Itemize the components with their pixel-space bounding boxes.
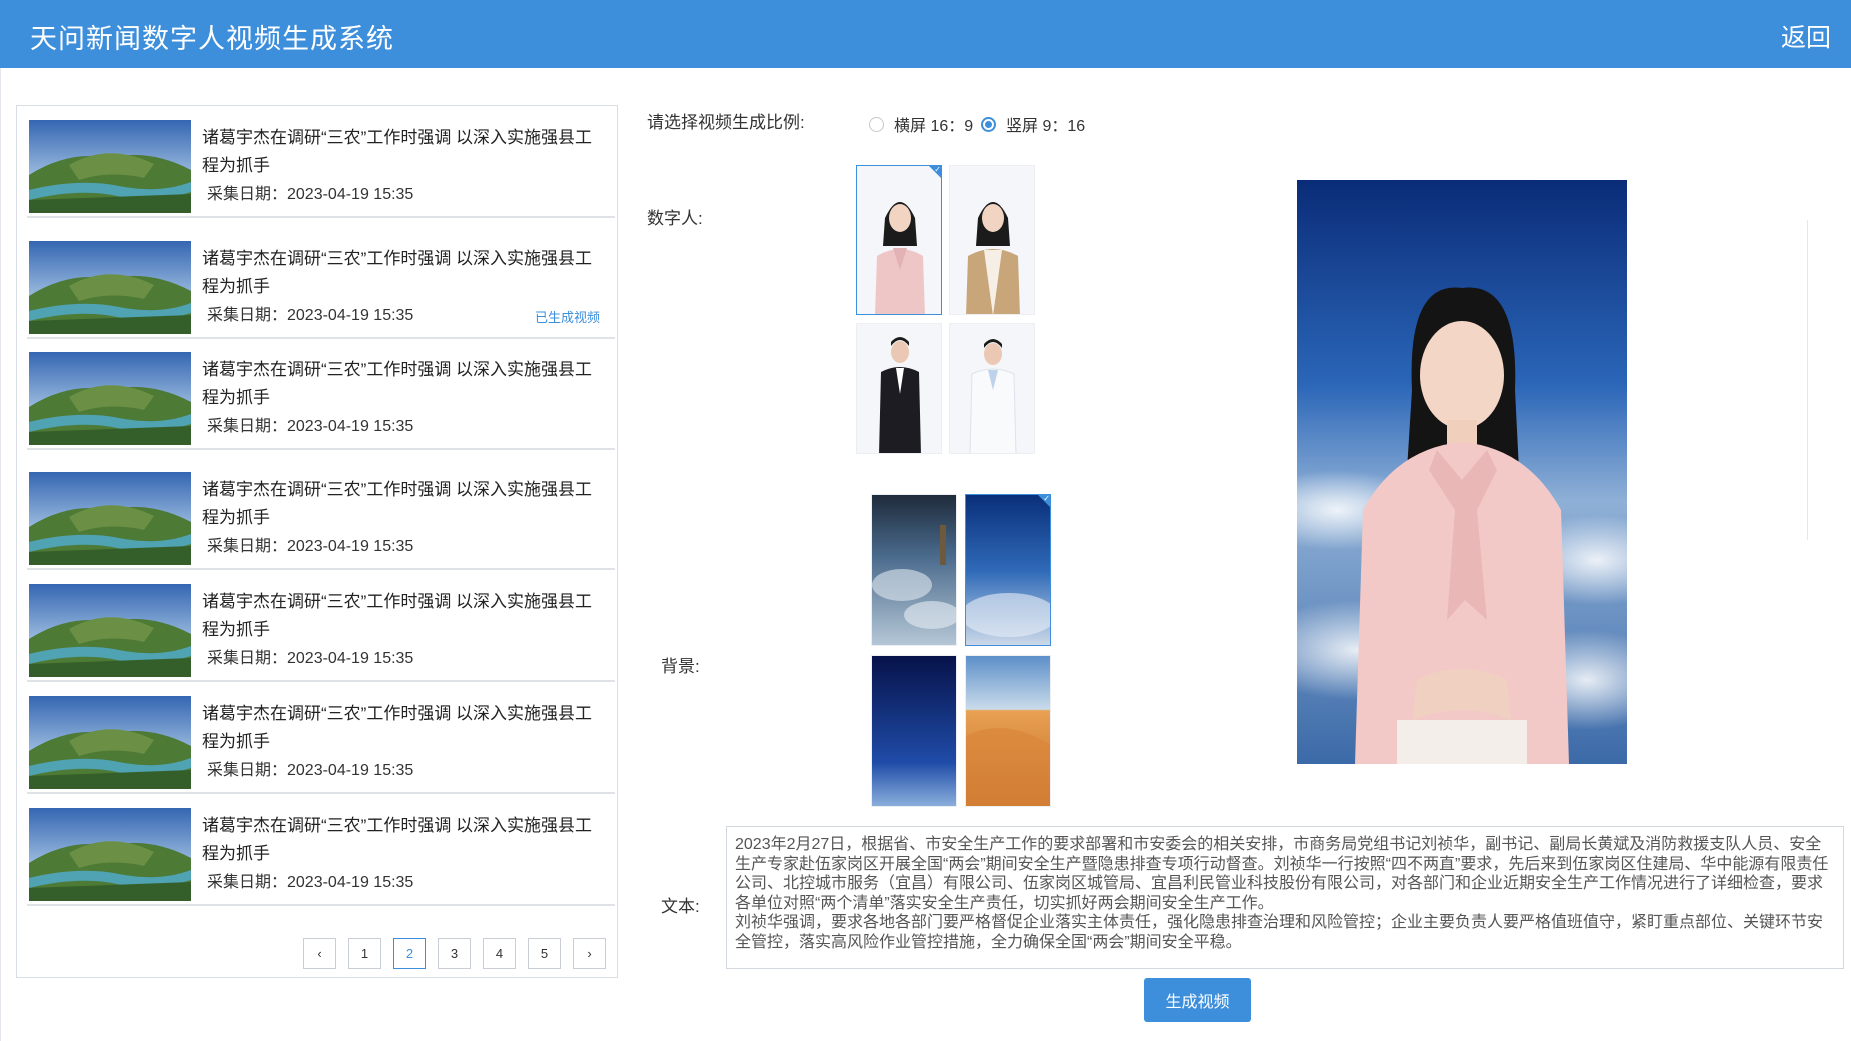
news-thumbnail — [29, 808, 191, 901]
news-date: 采集日期：2023-04-19 15:35 — [207, 874, 414, 891]
pagination-prev-icon[interactable]: ‹ — [303, 938, 336, 969]
generate-video-button[interactable]: 生成视频 — [1144, 978, 1251, 1022]
background-card-deep-blue[interactable] — [871, 655, 957, 807]
background-desert-image — [966, 656, 1050, 806]
news-title[interactable]: 诸葛宇杰在调研“三农”工作时强调 以深入实施强县工程为抓手 — [202, 245, 602, 301]
news-list-panel: 诸葛宇杰在调研“三农”工作时强调 以深入实施强县工程为抓手采集日期：2023-0… — [16, 105, 618, 978]
news-thumbnail — [29, 472, 191, 565]
back-button[interactable]: 返回 — [1781, 18, 1831, 54]
news-list-item[interactable]: 诸葛宇杰在调研“三农”工作时强调 以深入实施强县工程为抓手采集日期：2023-0… — [27, 570, 615, 682]
news-status-badge: 已生成视频 — [535, 310, 601, 325]
avatar-card-suit[interactable] — [856, 323, 942, 454]
news-title[interactable]: 诸葛宇杰在调研“三农”工作时强调 以深入实施强县工程为抓手 — [202, 812, 602, 868]
ratio-label: 请选择视频生成比例: — [647, 113, 805, 132]
pagination-page-1[interactable]: 1 — [348, 938, 381, 969]
app-title: 天问新闻数字人视频生成系统 — [30, 24, 394, 54]
news-list-item[interactable]: 诸葛宇杰在调研“三农”工作时强调 以深入实施强县工程为抓手采集日期：2023-0… — [27, 227, 615, 339]
preview-divider — [1807, 220, 1808, 540]
pagination: ‹ 1 2 3 4 5 › — [303, 938, 606, 970]
selected-check-icon — [1038, 495, 1050, 507]
news-title[interactable]: 诸葛宇杰在调研“三农”工作时强调 以深入实施强县工程为抓手 — [202, 356, 602, 412]
background-deep-blue-image — [872, 656, 956, 806]
news-thumbnail — [29, 241, 191, 334]
avatar-beige-image — [950, 166, 1034, 314]
news-title[interactable]: 诸葛宇杰在调研“三农”工作时强调 以深入实施强县工程为抓手 — [202, 476, 602, 532]
news-list-item[interactable]: 诸葛宇杰在调研“三农”工作时强调 以深入实施强县工程为抓手采集日期：2023-0… — [27, 106, 615, 218]
news-thumbnail — [29, 696, 191, 789]
pagination-next-icon[interactable]: › — [573, 938, 606, 969]
selected-check-icon — [929, 166, 941, 178]
text-label: 文本: — [661, 897, 700, 916]
preview-image — [1297, 180, 1627, 764]
news-title[interactable]: 诸葛宇杰在调研“三农”工作时强调 以深入实施强县工程为抓手 — [202, 124, 602, 180]
avatar-label: 数字人: — [647, 209, 703, 228]
news-date: 采集日期：2023-04-19 15:35 — [207, 307, 414, 324]
avatar-card-pink[interactable] — [856, 165, 942, 315]
ratio-option-landscape[interactable]: 横屏 16：9 — [869, 112, 973, 136]
pagination-page-3[interactable]: 3 — [438, 938, 471, 969]
news-thumbnail — [29, 584, 191, 677]
news-thumbnail — [29, 120, 191, 213]
background-card-desert[interactable] — [965, 655, 1051, 807]
news-thumbnail — [29, 352, 191, 445]
pagination-page-4[interactable]: 4 — [483, 938, 516, 969]
avatar-suit-image — [857, 324, 941, 453]
background-earth-station-image — [872, 495, 956, 645]
script-textarea[interactable]: 2023年2月27日，根据省、市安全生产工作的要求部署和市安委会的相关安排，市商… — [726, 826, 1844, 969]
background-card-blue-space[interactable] — [965, 494, 1051, 646]
news-date: 采集日期：2023-04-19 15:35 — [207, 186, 414, 203]
news-list-item[interactable]: 诸葛宇杰在调研“三农”工作时强调 以深入实施强县工程为抓手采集日期：2023-0… — [27, 338, 615, 450]
news-date: 采集日期：2023-04-19 15:35 — [207, 650, 414, 667]
ratio-radio-portrait[interactable] — [981, 116, 996, 132]
video-preview — [1297, 180, 1627, 764]
avatar-card-doctor[interactable] — [949, 323, 1035, 454]
ratio-option-portrait[interactable]: 竖屏 9：16 — [981, 112, 1085, 136]
news-title[interactable]: 诸葛宇杰在调研“三农”工作时强调 以深入实施强县工程为抓手 — [202, 588, 602, 644]
avatar-doctor-image — [950, 324, 1034, 453]
top-bar: 天问新闻数字人视频生成系统 返回 — [0, 0, 1851, 68]
background-blue-space-image — [966, 495, 1050, 645]
news-list-item[interactable]: 诸葛宇杰在调研“三农”工作时强调 以深入实施强县工程为抓手采集日期：2023-0… — [27, 794, 615, 906]
background-label: 背景: — [661, 657, 700, 676]
news-date: 采集日期：2023-04-19 15:35 — [207, 762, 414, 779]
news-list-item[interactable]: 诸葛宇杰在调研“三农”工作时强调 以深入实施强县工程为抓手采集日期：2023-0… — [27, 458, 615, 570]
ratio-option-landscape-label: 横屏 16：9 — [894, 118, 974, 135]
ratio-option-portrait-label: 竖屏 9：16 — [1006, 118, 1086, 135]
pagination-page-2[interactable]: 2 — [393, 938, 426, 969]
news-date: 采集日期：2023-04-19 15:35 — [207, 538, 414, 555]
news-title[interactable]: 诸葛宇杰在调研“三农”工作时强调 以深入实施强县工程为抓手 — [202, 700, 602, 756]
news-list-item[interactable]: 诸葛宇杰在调研“三农”工作时强调 以深入实施强县工程为抓手采集日期：2023-0… — [27, 682, 615, 794]
pagination-page-5[interactable]: 5 — [528, 938, 561, 969]
avatar-pink-image — [857, 166, 941, 314]
ratio-radio-landscape[interactable] — [869, 116, 884, 132]
news-date: 采集日期：2023-04-19 15:35 — [207, 418, 414, 435]
avatar-card-beige[interactable] — [949, 165, 1035, 315]
background-card-earth-station[interactable] — [871, 494, 957, 646]
